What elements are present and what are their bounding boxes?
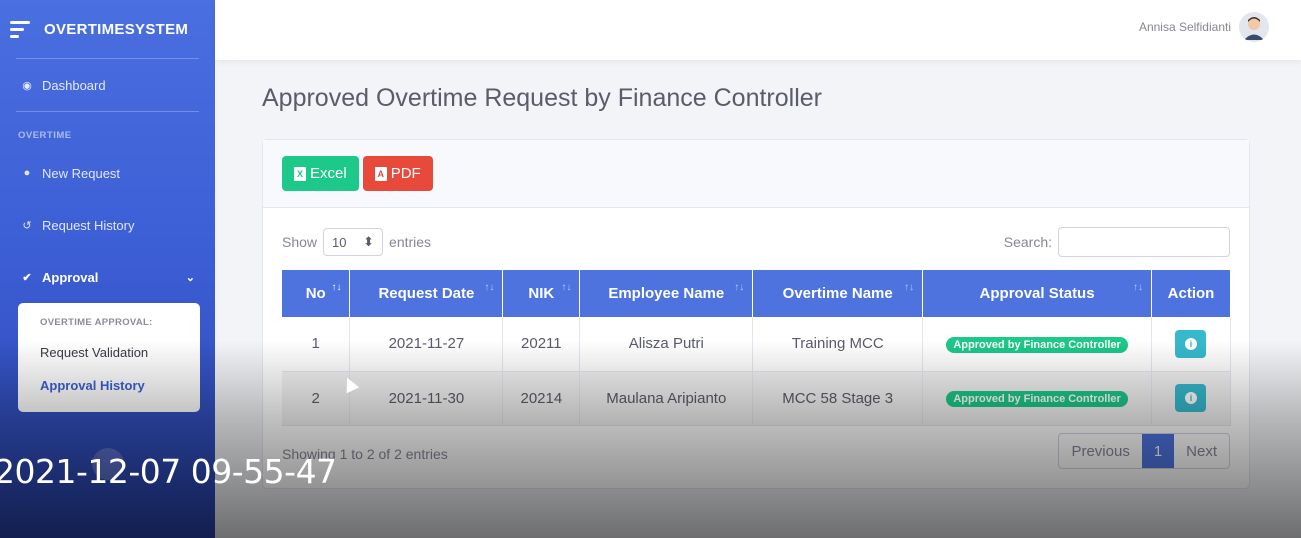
sort-asc-icon: ↑↓ [331, 282, 342, 293]
cell-action: i [1151, 371, 1232, 426]
dashboard-icon: ◉ [22, 79, 32, 92]
detail-button[interactable]: i [1175, 384, 1207, 412]
sort-icon: ↑↓ [561, 282, 572, 293]
sort-icon: ↑↓ [484, 282, 495, 293]
menu-icon[interactable] [10, 17, 30, 42]
status-badge: Approved by Finance Controller [946, 336, 1128, 353]
sidebar-item-label: Request History [42, 217, 135, 233]
history-icon: ↺ [22, 219, 32, 232]
cell-overtime-name: MCC 58 Stage 3 [752, 371, 924, 426]
submenu-heading: OVERTIME APPROVAL: [40, 317, 153, 328]
user-name: Annisa Selfidianti [1138, 20, 1231, 34]
sidebar-item-new-request[interactable]: ● New Request [0, 147, 215, 199]
topbar: Annisa Selfidianti [215, 0, 1301, 60]
pdf-export-button[interactable]: A PDF [362, 156, 433, 191]
card-header: X Excel A PDF [263, 140, 1249, 208]
select-arrows-icon: ⬍ [363, 234, 375, 249]
column-header-approval-status[interactable]: Approval Status ↑↓ [922, 270, 1152, 317]
sidebar-item-label: Dashboard [42, 77, 106, 93]
table-controls: Show 10 ⬍ entries Search: [282, 227, 1230, 257]
show-label: Show [282, 234, 318, 250]
detail-button[interactable]: i [1175, 329, 1207, 358]
next-page-button[interactable]: Next [1174, 434, 1229, 468]
table-row: 1 2021-11-27 20211 Alisza Putri Training… [282, 317, 1232, 372]
info-icon: i [1184, 337, 1197, 350]
cell-approval-status: Approved by Finance Controller [922, 317, 1152, 372]
overtime-table: No ↑↓ Request Date ↑↓ NIK ↑↓ Employee Name ↑… [282, 270, 1232, 426]
pagination: Previous 1 Next [1058, 433, 1230, 469]
column-header-nik[interactable]: NIK ↑↓ [502, 270, 581, 317]
info-icon: i [1184, 392, 1197, 404]
app-title: OVERTIMESYSTEM [44, 20, 189, 38]
cell-no: 1 [282, 317, 351, 372]
entries-label: entries [389, 234, 432, 250]
file-pdf-icon: A [374, 166, 387, 181]
timestamp-overlay: 2021-12-07 09-55-47 [0, 452, 337, 491]
sort-icon: ↑↓ [734, 282, 745, 293]
file-excel-icon: X [294, 166, 306, 181]
column-header-request-date[interactable]: Request Date ↑↓ [349, 270, 504, 317]
plus-circle-icon: ● [23, 167, 31, 179]
cell-approval-status: Approved by Finance Controller [922, 371, 1152, 426]
column-header-action: Action [1151, 270, 1232, 317]
cell-employee-name: Alisza Putri [579, 317, 754, 372]
table-row: 2 2021-11-30 20214 Maulana Aripianto MCC… [282, 371, 1232, 426]
sort-icon: ↑↓ [904, 282, 915, 293]
excel-export-button[interactable]: X Excel [282, 156, 359, 191]
submenu-item-request-validation[interactable]: Request Validation [18, 336, 200, 369]
data-card: X Excel A PDF Show 10 ⬍ entries Search: … [262, 139, 1250, 489]
check-circle-icon: ✔ [22, 271, 32, 284]
page-button-current[interactable]: 1 [1141, 434, 1175, 468]
search-label: Search: [1003, 234, 1052, 250]
cell-nik: 20214 [502, 371, 581, 426]
page-title: Approved Overtime Request by Finance Con… [262, 84, 822, 112]
submenu-item-approval-history[interactable]: Approval History [18, 369, 200, 402]
cell-overtime-name: Training MCC [752, 317, 924, 372]
avatar [1239, 12, 1269, 42]
chevron-down-icon: ⌄ [185, 271, 195, 284]
entries-length: Show 10 ⬍ entries [282, 227, 431, 257]
sidebar-item-dashboard[interactable]: ◉ Dashboard [0, 59, 215, 111]
cell-no: 2 [282, 371, 351, 426]
status-badge: Approved by Finance Controller [946, 391, 1128, 407]
excel-label: Excel [310, 165, 347, 182]
user-menu[interactable]: Annisa Selfidianti [1139, 12, 1269, 42]
entries-value: 10 [332, 234, 347, 250]
cell-request-date: 2021-11-30 [349, 371, 504, 426]
table-search: Search: [1004, 227, 1230, 257]
column-header-no[interactable]: No ↑↓ [282, 270, 351, 317]
approval-submenu: OVERTIME APPROVAL: Request Validation Ap… [18, 303, 200, 412]
sidebar-item-label: New Request [42, 165, 121, 181]
previous-page-button[interactable]: Previous [1059, 434, 1141, 468]
cell-employee-name: Maulana Aripianto [579, 371, 754, 426]
sidebar-item-request-history[interactable]: ↺ Request History [0, 199, 215, 251]
sidebar-item-label: Approval [42, 269, 99, 285]
column-header-overtime-name[interactable]: Overtime Name ↑↓ [752, 270, 924, 317]
cell-action: i [1151, 317, 1232, 372]
sidebar-item-approval[interactable]: ✔ Approval ⌄ [0, 251, 215, 303]
brand[interactable]: OVERTIMESYSTEM [0, 0, 215, 58]
sidebar-heading-overtime: OVERTIME [18, 130, 72, 141]
table-header-row: No ↑↓ Request Date ↑↓ NIK ↑↓ Employee Name ↑… [282, 270, 1232, 317]
sort-icon: ↑↓ [1132, 282, 1143, 293]
search-input[interactable] [1058, 227, 1230, 257]
column-header-employee-name[interactable]: Employee Name ↑↓ [579, 270, 754, 317]
cell-nik: 20211 [502, 317, 581, 372]
cell-request-date: 2021-11-27 [349, 317, 504, 372]
entries-select[interactable]: 10 ⬍ [323, 228, 384, 256]
pdf-label: PDF [390, 165, 421, 182]
